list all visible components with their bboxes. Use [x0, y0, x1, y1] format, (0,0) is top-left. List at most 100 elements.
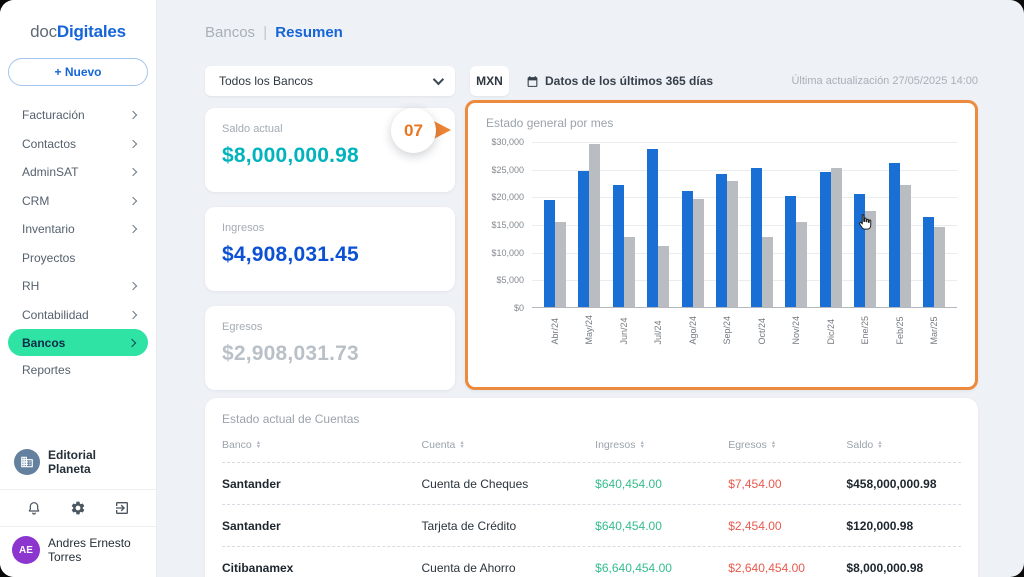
sort-icon: ▲ ▼	[459, 439, 465, 450]
sidebar-item-inventario[interactable]: Inventario	[0, 215, 156, 244]
bar-group[interactable]	[854, 194, 877, 307]
sidebar-item-facturacion[interactable]: Facturación	[0, 101, 156, 130]
bar-group[interactable]	[819, 168, 842, 307]
chart-title: Estado general por mes	[486, 116, 614, 130]
sidebar-item-proyectos[interactable]: Proyectos	[0, 244, 156, 273]
bar-group[interactable]	[716, 174, 739, 307]
bar-ingresos[interactable]	[819, 172, 831, 307]
bar-group[interactable]	[922, 217, 945, 307]
gear-icon[interactable]	[68, 498, 88, 518]
sidebar-item-reportes[interactable]: Reportes	[0, 356, 156, 385]
date-range[interactable]: Datos de los últimos 365 días	[526, 74, 713, 88]
x-tick-label: Jul/24	[647, 315, 669, 344]
bar-egresos[interactable]	[623, 237, 635, 307]
x-tick-label: Abr/24	[544, 315, 566, 345]
card-value: $4,908,031.45	[222, 243, 359, 266]
breadcrumb-parent[interactable]: Bancos	[205, 24, 255, 41]
bar-ingresos[interactable]	[544, 200, 555, 307]
x-tick-label: Jun/24	[613, 315, 635, 344]
bar-group[interactable]	[681, 191, 704, 307]
user-row[interactable]: AE Andres Ernesto Torres	[0, 527, 156, 577]
bar-ingresos[interactable]	[888, 163, 900, 307]
cell-cuenta: Cuenta de Cheques	[421, 476, 529, 491]
company-row[interactable]: Editorial Planeta	[0, 438, 156, 489]
table-row[interactable]: Santander Cuenta de Cheques $640,454.00 $7,…	[222, 463, 961, 505]
bar-ingresos[interactable]	[716, 174, 728, 307]
bar-group[interactable]	[544, 200, 566, 307]
bar-egresos[interactable]	[761, 237, 773, 307]
chevron-right-icon	[128, 310, 138, 319]
bar-ingresos[interactable]	[922, 217, 934, 307]
chevron-right-icon	[128, 225, 138, 234]
logout-icon[interactable]	[112, 498, 132, 518]
column-header-ingresos[interactable]: Ingresos ▲ ▼	[595, 439, 728, 451]
sidebar-item-label: AdminSAT	[22, 165, 79, 180]
bank-select[interactable]: Todos los Bancos	[205, 66, 455, 96]
app-logo: docDigitales	[0, 0, 156, 55]
bar-group[interactable]	[612, 185, 635, 307]
bar-ingresos[interactable]	[647, 149, 659, 307]
x-tick-label: Ago/24	[682, 315, 704, 345]
sidebar-item-crm[interactable]: CRM	[0, 187, 156, 216]
cell-banco: Citibanamex	[222, 561, 294, 575]
bar-group[interactable]	[578, 144, 601, 307]
currency-tab[interactable]: MXN	[470, 66, 509, 96]
bar-egresos[interactable]	[555, 222, 566, 307]
bar-group[interactable]	[750, 168, 773, 307]
column-header-banco[interactable]: Banco ▲ ▼	[222, 439, 422, 451]
chart-card: Estado general por mes $30,000 $25,000 $20…	[465, 100, 978, 390]
cell-ingresos: $640,454.00	[595, 476, 662, 491]
chart-bars	[532, 142, 957, 307]
bar-egresos[interactable]	[727, 181, 739, 307]
sidebar-item-contactos[interactable]: Contactos	[0, 130, 156, 159]
x-tick-text: Nov/24	[791, 315, 802, 345]
x-tick-label: Oct/24	[751, 315, 773, 345]
sidebar: docDigitales + Nuevo Facturación Contacto…	[0, 0, 157, 577]
bar-egresos[interactable]	[692, 199, 704, 307]
date-range-label: Datos de los últimos 365 días	[545, 74, 714, 88]
bar-egresos[interactable]	[658, 246, 670, 307]
accounts-table-card: Estado actual de Cuentas Banco ▲ ▼ Cuenta ▲ ▼…	[205, 398, 978, 577]
bar-egresos[interactable]	[796, 222, 808, 307]
user-name: Andres Ernesto Torres	[48, 536, 131, 564]
bar-ingresos[interactable]	[785, 196, 797, 307]
sidebar-item-label: Proyectos	[22, 250, 76, 265]
sidebar-item-adminsat[interactable]: AdminSAT	[0, 158, 156, 187]
x-tick-label: Nov/24	[785, 315, 807, 345]
bar-ingresos[interactable]	[612, 185, 624, 307]
bell-icon[interactable]	[24, 498, 44, 518]
hand-pointer-icon	[855, 212, 875, 239]
column-header-saldo[interactable]: Saldo ▲ ▼	[846, 439, 961, 451]
sidebar-item-bancos[interactable]: Bancos	[8, 329, 148, 356]
sidebar-item-rh[interactable]: RH	[0, 272, 156, 301]
bar-ingresos[interactable]	[854, 194, 866, 307]
table-row[interactable]: Citibanamex Cuenta de Ahorro $6,640,454.00…	[222, 547, 961, 577]
bar-egresos[interactable]	[589, 144, 601, 307]
bar-group[interactable]	[785, 196, 808, 307]
table-row[interactable]: Santander Tarjeta de Crédito $640,454.00 $2…	[222, 505, 961, 547]
column-header-cuenta[interactable]: Cuenta ▲ ▼	[422, 439, 596, 451]
bar-group[interactable]	[647, 149, 670, 307]
bar-ingresos[interactable]	[681, 191, 693, 307]
step-badge: 07	[391, 108, 436, 153]
cell-ingresos: $640,454.00	[595, 518, 662, 533]
new-button[interactable]: + Nuevo	[8, 58, 148, 86]
column-header-egresos[interactable]: Egresos ▲ ▼	[728, 439, 846, 451]
bar-egresos[interactable]	[933, 227, 945, 307]
bar-egresos[interactable]	[899, 185, 911, 307]
breadcrumb: Bancos | Resumen	[205, 24, 978, 41]
breadcrumb-separator: |	[263, 24, 268, 41]
cell-banco: Santander	[222, 518, 281, 533]
sidebar-item-label: Facturación	[22, 108, 85, 123]
bar-egresos[interactable]	[830, 168, 842, 307]
sidebar-item-label: Contabilidad	[22, 307, 89, 322]
x-tick-text: Sep/24	[722, 315, 733, 345]
y-tick-label: $15,000	[491, 220, 524, 230]
chevron-right-icon	[128, 196, 138, 205]
bar-ingresos[interactable]	[750, 168, 762, 307]
bar-ingresos[interactable]	[578, 171, 590, 307]
sidebar-item-contabilidad[interactable]: Contabilidad	[0, 301, 156, 330]
bar-group[interactable]	[888, 163, 911, 307]
sidebar-item-label: Reportes	[22, 363, 71, 378]
y-tick-label: $20,000	[491, 192, 524, 203]
